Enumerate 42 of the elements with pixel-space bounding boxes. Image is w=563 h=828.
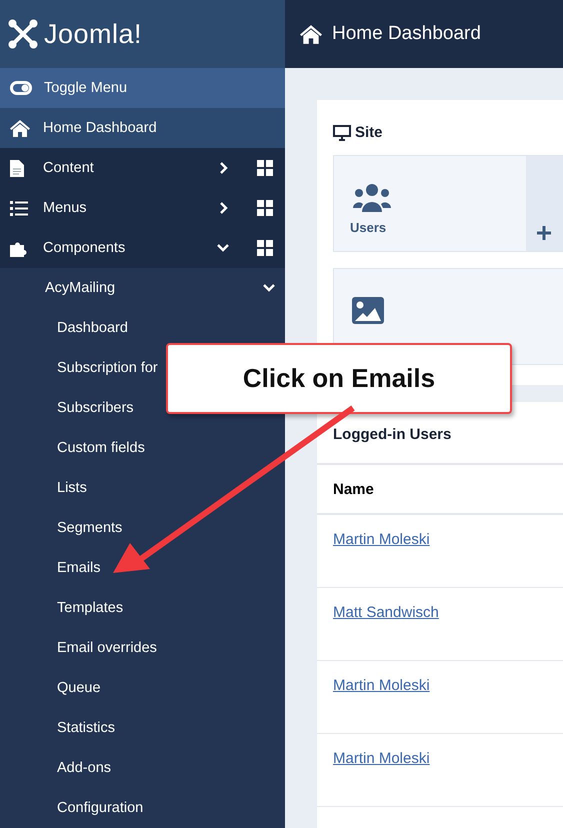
user-link[interactable]: Matt Sandwisch: [333, 604, 439, 621]
column-header: Name: [317, 465, 563, 515]
callout-tooltip: Click on Emails: [166, 343, 512, 414]
plus-icon: [536, 225, 552, 241]
sidebar-link[interactable]: Dashboard: [0, 308, 128, 348]
sidebar-link[interactable]: Configuration: [0, 788, 144, 828]
tile-label: Users: [350, 220, 388, 235]
sidebar-link[interactable]: Subscription for: [0, 348, 158, 388]
sidebar-link[interactable]: Templates: [0, 588, 124, 628]
file-icon: [10, 160, 24, 176]
user-link[interactable]: Martin Moleski: [333, 677, 430, 694]
sidebar-item[interactable]: Content: [0, 148, 285, 188]
users-icon: [352, 184, 392, 212]
sidebar-link[interactable]: Queue: [0, 668, 101, 708]
sidebar-link[interactable]: Custom fields: [0, 428, 145, 468]
toggle-menu-item[interactable]: Toggle Menu: [0, 68, 285, 108]
sidebar-link[interactable]: Lists: [0, 468, 87, 508]
grid-icon: [257, 200, 273, 216]
sidebar-link[interactable]: Add-ons: [0, 748, 112, 788]
home-icon: [10, 120, 30, 136]
user-link[interactable]: Martin Moleski: [333, 531, 430, 548]
sidebar-link[interactable]: Email overrides: [0, 628, 157, 668]
list-icon: [10, 200, 28, 216]
image-icon: [352, 297, 384, 324]
sidebar-link[interactable]: Emails: [0, 548, 101, 588]
sidebar-link[interactable]: Statistics: [0, 708, 116, 748]
sidebar-item[interactable]: AcyMailing: [0, 268, 285, 308]
monitor-icon: [333, 124, 351, 140]
home-icon: [300, 24, 322, 44]
panel-title: Site: [355, 124, 383, 141]
sidebar-link[interactable]: Subscribers: [0, 388, 134, 428]
grid-icon: [257, 240, 273, 256]
logo-text: Joomla!: [44, 18, 142, 50]
page-title: Home Dashboard: [332, 23, 481, 45]
sidebar-link[interactable]: Segments: [0, 508, 122, 548]
sidebar-item[interactable]: Menus: [0, 188, 285, 228]
toggle-icon: [10, 81, 32, 95]
sidebar-item[interactable]: Components: [0, 228, 285, 268]
sidebar-item[interactable]: Home Dashboard: [0, 108, 285, 148]
joomla-logo-icon: [8, 19, 38, 49]
user-link[interactable]: Martin Moleski: [333, 750, 430, 767]
grid-icon: [257, 160, 273, 176]
